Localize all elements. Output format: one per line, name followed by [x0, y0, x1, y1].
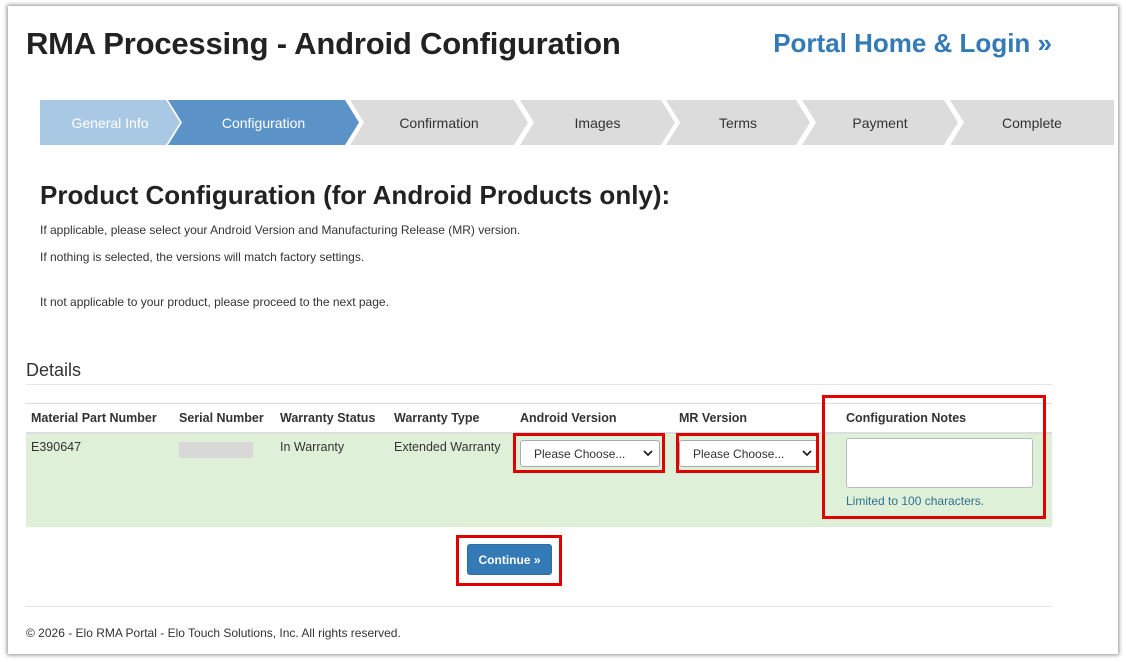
instruction-line-1: If applicable, please select your Androi…	[40, 223, 521, 237]
column-header: Serial Number	[174, 403, 275, 434]
step-payment[interactable]: Payment	[802, 100, 958, 145]
configuration-notes-textarea[interactable]	[846, 438, 1033, 488]
instruction-line-2: If nothing is selected, the versions wil…	[40, 250, 365, 264]
column-header: Material Part Number	[26, 403, 174, 434]
table-row: E390647 In Warranty Extended Warranty Pl…	[26, 433, 1052, 527]
warranty-status-cell: In Warranty	[275, 433, 389, 527]
details-divider	[26, 384, 1052, 385]
column-header: Warranty Type	[389, 403, 515, 434]
footer-text: © 2026 - Elo RMA Portal - Elo Touch Solu…	[26, 626, 401, 640]
column-header: MR Version	[674, 403, 833, 434]
redacted-serial	[179, 442, 253, 458]
table-header-row: Material Part Number Serial Number Warra…	[26, 403, 1052, 434]
mr-version-value: Please Choose...	[693, 446, 785, 461]
column-header: Warranty Status	[275, 403, 389, 434]
portal-home-login-link[interactable]: Portal Home & Login »	[773, 28, 1052, 59]
section-heading: Product Configuration (for Android Produ…	[40, 180, 671, 210]
step-terms[interactable]: Terms	[666, 100, 810, 145]
step-confirmation[interactable]: Confirmation	[350, 100, 528, 145]
material-part-number-cell: E390647	[26, 433, 174, 527]
configuration-notes-cell: Limited to 100 characters.	[833, 433, 1052, 527]
details-heading: Details	[26, 360, 82, 380]
chevron-down-icon	[643, 450, 653, 457]
mr-version-cell: Please Choose...	[674, 433, 833, 527]
mr-version-select[interactable]: Please Choose...	[679, 440, 819, 467]
progress-steps: General Info Configuration Confirmation …	[40, 100, 1114, 145]
footer-divider	[26, 606, 1052, 607]
serial-number-cell	[174, 433, 275, 527]
instruction-line-3: It not applicable to your product, pleas…	[40, 295, 389, 309]
step-complete[interactable]: Complete	[950, 100, 1114, 145]
step-configuration[interactable]: Configuration	[168, 100, 359, 145]
step-images[interactable]: Images	[520, 100, 675, 145]
step-general-info[interactable]: General Info	[40, 100, 180, 145]
chevron-down-icon	[802, 450, 812, 457]
column-header: Android Version	[515, 403, 674, 434]
android-version-cell: Please Choose...	[515, 433, 674, 527]
details-table: Material Part Number Serial Number Warra…	[26, 403, 1052, 527]
android-version-value: Please Choose...	[534, 446, 626, 461]
warranty-type-cell: Extended Warranty	[389, 433, 515, 527]
android-version-select[interactable]: Please Choose...	[520, 440, 660, 467]
notes-limit-hint: Limited to 100 characters.	[846, 494, 985, 508]
column-header: Configuration Notes	[833, 403, 1052, 434]
continue-button[interactable]: Continue »	[467, 544, 552, 575]
page-title: RMA Processing - Android Configuration	[26, 26, 621, 61]
